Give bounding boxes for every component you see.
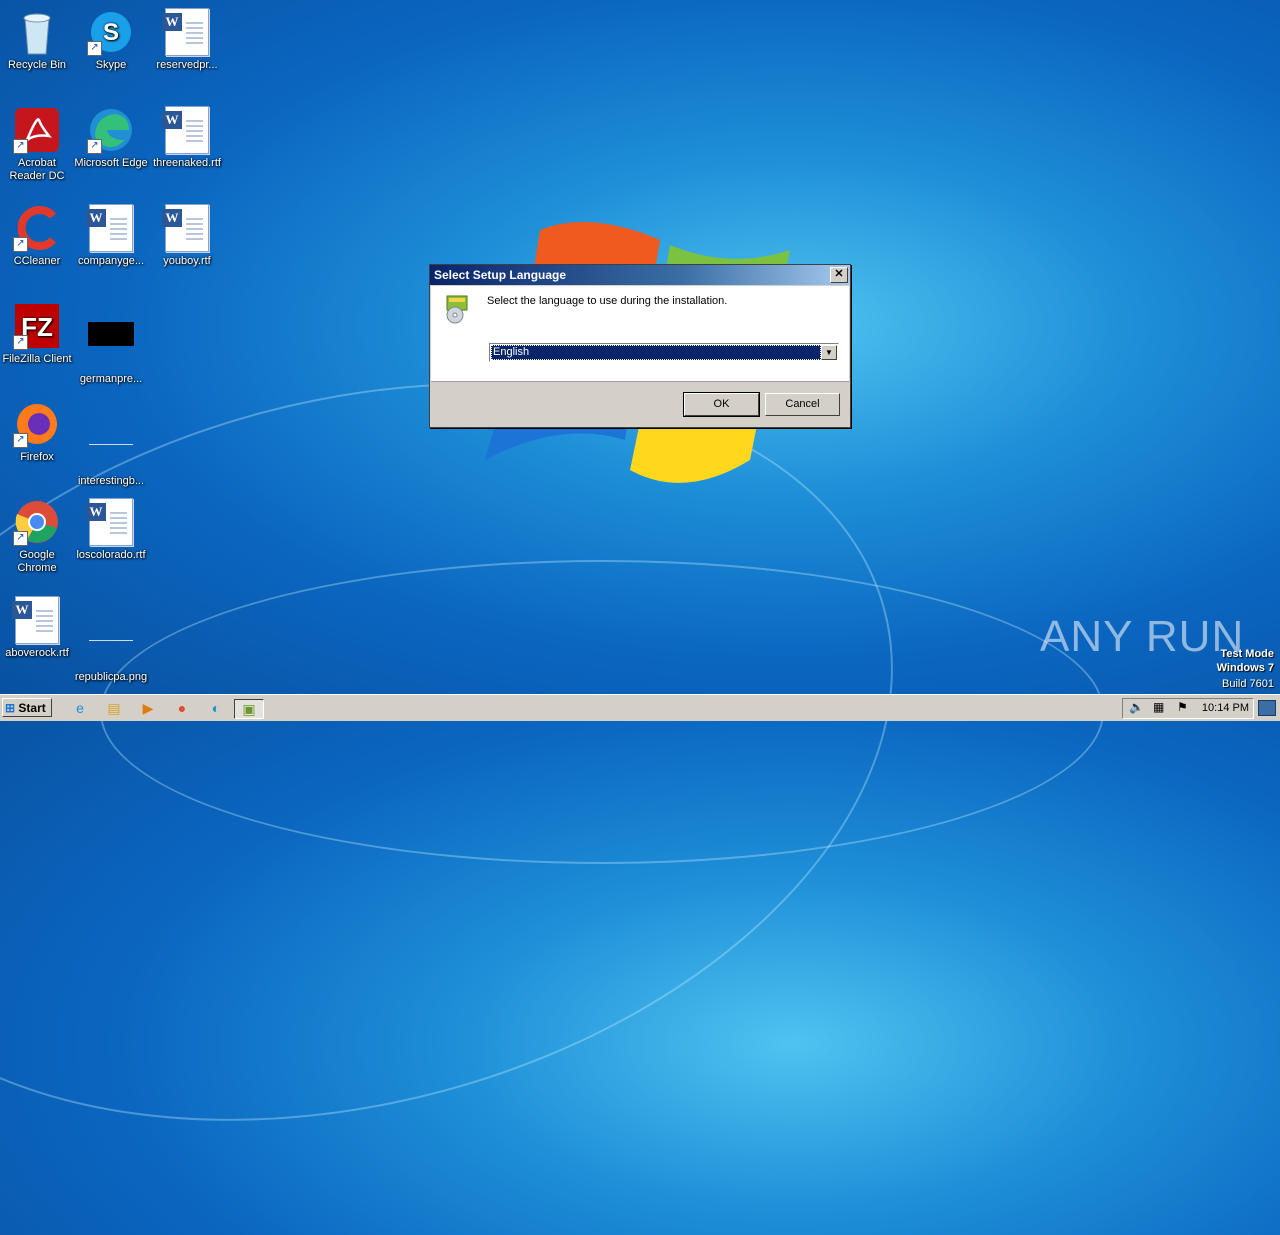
volume-icon[interactable]: 🔈 [1129, 700, 1144, 714]
cancel-button[interactable]: Cancel [765, 393, 840, 416]
svg-text:S: S [103, 19, 119, 46]
desktop-icon-aboverock[interactable]: W aboverock.rtf [0, 596, 74, 660]
blank-file-thumbnail-icon [89, 620, 133, 641]
system-tray: 🔈 ▦ ⚑ 10:14 PM [1122, 698, 1254, 719]
desktop-icon-label: reservedpr... [156, 59, 218, 71]
shortcut-arrow-icon: ↗ [13, 139, 28, 154]
anyrun-brand: ANY RUN [1040, 612, 1245, 661]
desktop-icon-label: germanpre... [79, 373, 143, 385]
shortcut-arrow-icon: ↗ [13, 531, 28, 546]
taskbar: ⊞ Start e ▤ ▶ ● ◐ ▣ 🔈 ▦ ⚑ 10:14 PM [0, 694, 1280, 721]
desktop-icon-label: threenaked.rtf [153, 157, 221, 169]
os-version-label: Windows 7 [1216, 662, 1274, 674]
desktop-icon-label: CCleaner [13, 255, 61, 267]
shortcut-arrow-icon: ↗ [87, 41, 102, 56]
chrome-taskbar-icon[interactable]: ● [172, 699, 192, 717]
start-button[interactable]: ⊞ Start [2, 698, 52, 717]
desktop-icon-filezilla[interactable]: FZ ↗ FileZilla Client [0, 302, 74, 366]
black-file-thumbnail-icon [88, 322, 134, 346]
action-center-flag-icon[interactable]: ⚑ [1177, 700, 1188, 714]
desktop-icon-label: Firefox [20, 451, 54, 463]
word-document-icon: W [162, 8, 209, 56]
network-icon[interactable]: ▦ [1153, 700, 1164, 714]
setup-taskbar-button[interactable]: ▣ [234, 699, 264, 719]
desktop-icon-ccleaner[interactable]: ↗ CCleaner [0, 204, 74, 268]
desktop-icon-acrobat[interactable]: ↗ Acrobat Reader DC [0, 106, 74, 183]
desktop-icon-recycle-bin[interactable]: Recycle Bin [0, 8, 74, 72]
blank-file-thumbnail-icon [89, 424, 133, 445]
close-button[interactable]: ✕ [830, 267, 848, 283]
chevron-down-icon[interactable]: ▼ [821, 345, 837, 360]
desktop-icon-label: republicpa.png [74, 671, 148, 683]
language-select-value[interactable]: English [491, 345, 821, 360]
desktop-icon-companyge[interactable]: W companyge... [74, 204, 148, 268]
desktop-icon-label: aboverock.rtf [5, 647, 69, 659]
desktop-icon-reservedpr[interactable]: W reservedpr... [150, 8, 224, 72]
desktop-icon-label: FileZilla Client [2, 353, 72, 365]
desktop-icon-chrome[interactable]: ↗ Google Chrome [0, 498, 74, 575]
setup-installer-icon [446, 295, 468, 324]
dialog-title: Select Setup Language [434, 268, 567, 282]
word-document-icon: W [86, 498, 133, 546]
desktop-icon-label: Recycle Bin [7, 59, 67, 71]
select-setup-language-dialog: Select Setup Language ✕ Select the langu… [429, 264, 851, 428]
recycle-bin-icon [23, 13, 51, 55]
windows-flag-icon: ⊞ [5, 701, 16, 715]
dialog-prompt: Select the language to use during the in… [487, 295, 728, 307]
clock[interactable]: 10:14 PM [1202, 699, 1249, 718]
desktop-icon-label: loscolorado.rtf [76, 549, 146, 561]
internet-explorer-icon[interactable]: e [70, 699, 90, 717]
desktop-icon-republicpa[interactable]: republicpa.png [74, 596, 148, 684]
desktop-icon-label: youboy.rtf [163, 255, 211, 267]
word-document-icon: W [12, 596, 59, 644]
dialog-content: Select the language to use during the in… [431, 286, 849, 382]
desktop-icon-edge[interactable]: ↗ Microsoft Edge [74, 106, 148, 170]
language-select[interactable]: English ▼ [489, 343, 839, 362]
desktop-icon-label: Google Chrome [17, 549, 57, 574]
desktop-icon-threenaked[interactable]: W threenaked.rtf [150, 106, 224, 170]
desktop-icon-label: interestingb... [77, 475, 145, 487]
word-document-icon: W [86, 204, 133, 252]
desktop-icon-label: companyge... [77, 255, 145, 267]
desktop-icon-label: Acrobat Reader DC [9, 157, 65, 182]
ok-button[interactable]: OK [683, 392, 760, 417]
desktop-icon-label: Skype [95, 59, 127, 71]
edge-taskbar-icon[interactable]: ◐ [206, 699, 226, 717]
start-label: Start [18, 701, 46, 715]
desktop-icon-germanpre[interactable]: germanpre... [74, 302, 148, 386]
desktop-icon-label: Microsoft Edge [74, 157, 148, 169]
desktop-icon-firefox[interactable]: ↗ Firefox [0, 400, 74, 464]
anyrun-watermark: ANY RUN [1040, 612, 1244, 662]
shortcut-arrow-icon: ↗ [13, 335, 28, 350]
media-player-icon[interactable]: ▶ [138, 699, 158, 717]
file-explorer-icon[interactable]: ▤ [104, 699, 124, 717]
shortcut-arrow-icon: ↗ [87, 139, 102, 154]
build-label: Build 7601 [1222, 678, 1274, 690]
shortcut-arrow-icon: ↗ [13, 433, 28, 448]
desktop-icon-skype[interactable]: S ↗ Skype [74, 8, 148, 72]
desktop-icon-loscolorado[interactable]: W loscolorado.rtf [74, 498, 148, 562]
shortcut-arrow-icon: ↗ [13, 237, 28, 252]
dialog-title-bar[interactable]: Select Setup Language ✕ [430, 265, 850, 285]
test-mode-label: Test Mode [1220, 648, 1274, 660]
word-document-icon: W [162, 204, 209, 252]
word-document-icon: W [162, 106, 209, 154]
desktop-icon-youboy[interactable]: W youboy.rtf [150, 204, 224, 268]
desktop-icon-interestingb[interactable]: interestingb... [74, 400, 148, 488]
show-desktop-icon[interactable] [1258, 700, 1276, 716]
